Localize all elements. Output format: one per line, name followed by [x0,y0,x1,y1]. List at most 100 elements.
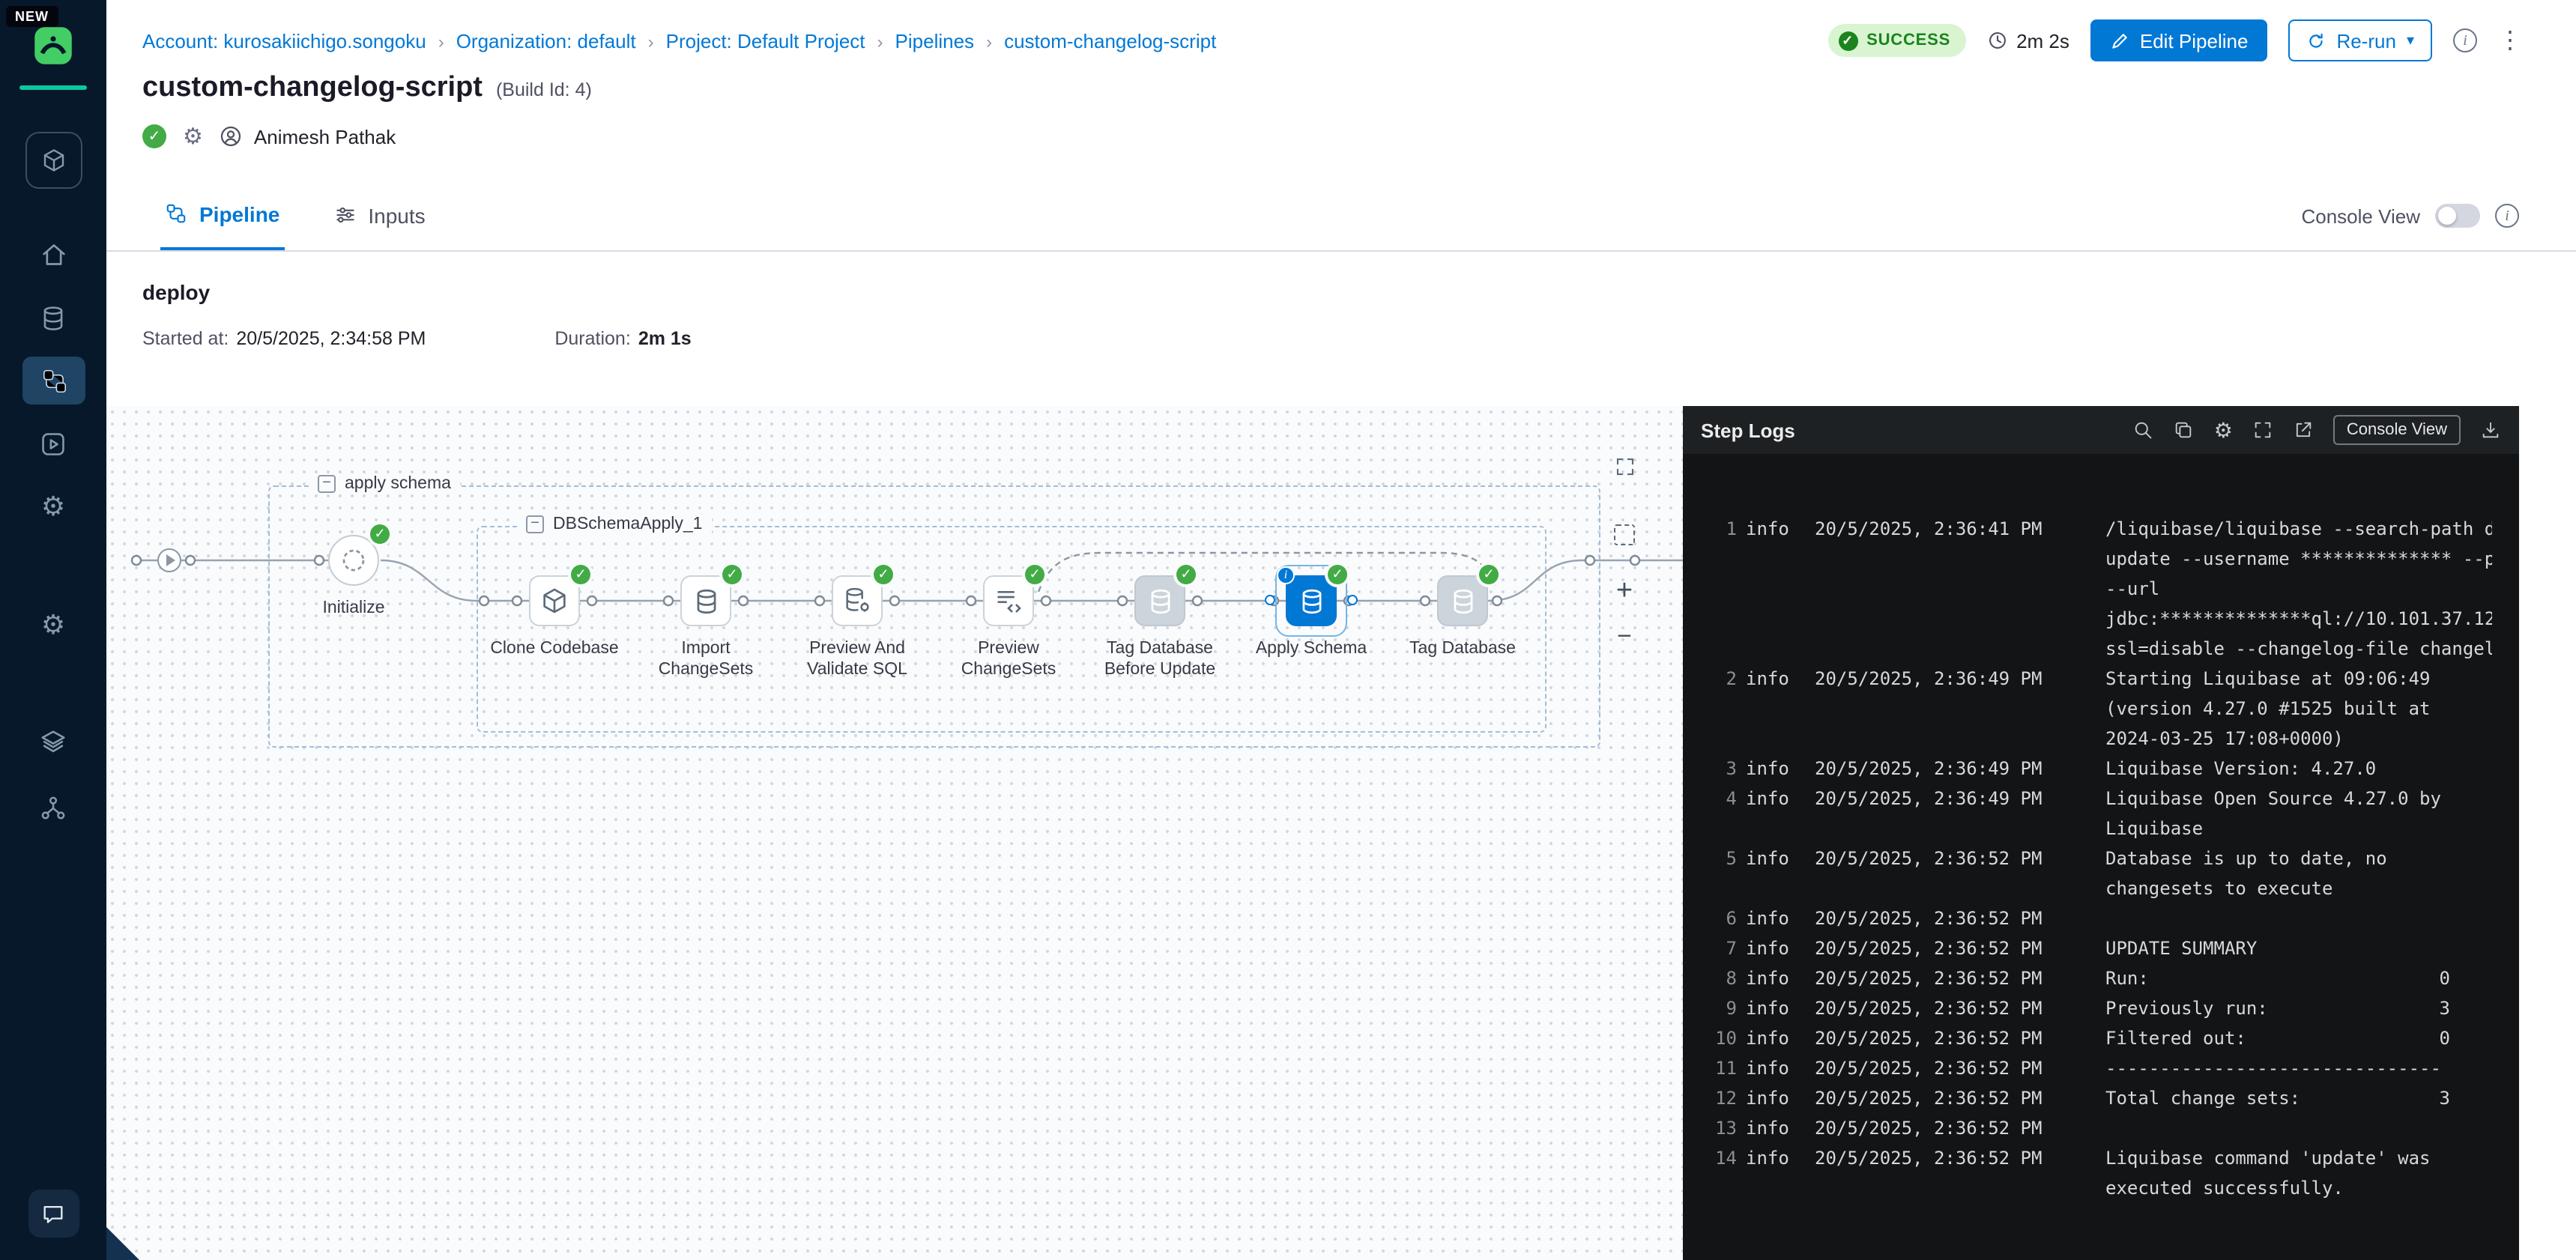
sidebar-item-data[interactable] [0,292,106,343]
log-line-number: 11 [1695,1053,1746,1083]
zoom-in-button[interactable]: + [1606,574,1642,610]
node-label: Tag Database Before Update [1088,638,1232,680]
log-level: info [1746,843,1815,873]
duration-value: 2m 1s [638,328,692,349]
tab-pipeline[interactable]: Pipeline [160,180,284,250]
rerun-button[interactable]: Re-run ▾ [2288,19,2432,61]
pipeline-node-apply-schema[interactable]: ✓iApply Schema [1286,575,1337,626]
copy-icon[interactable] [2174,420,2195,440]
initialize-icon [328,535,379,586]
log-line-number: 2 [1695,664,1746,694]
sidebar-item-pipelines[interactable] [22,357,85,405]
log-message: Liquibase command 'update' wasexecuted s… [2105,1143,2492,1203]
console-view-button[interactable]: Console View [2333,415,2461,445]
info-icon[interactable]: i [2453,28,2477,52]
gear-icon: ⚙ [41,611,65,638]
pipeline-node-clone-codebase[interactable]: ✓Clone Codebase [529,575,580,626]
harness-logo[interactable] [33,25,73,66]
log-value: 0 [2440,963,2450,993]
log-timestamp: 20/5/2025, 2:36:52 PM [1815,1023,2105,1053]
log-level: info [1746,963,1815,993]
pipeline-node-tag-database-before-update[interactable]: ✓Tag Database Before Update [1134,575,1185,626]
breadcrumb-item[interactable]: Account: kurosakiichigo.songoku [142,30,426,52]
tab-inputs[interactable]: Inputs [329,180,429,250]
stage-start-node[interactable] [157,548,181,572]
log-line-number: 8 [1695,963,1746,993]
home-icon [38,240,68,270]
step-logs-title: Step Logs [1701,419,1795,441]
node-label: Tag Database [1391,638,1535,659]
pipeline-node-tag-database[interactable]: ✓Tag Database [1437,575,1488,626]
search-icon[interactable] [2133,420,2154,440]
edit-pipeline-button[interactable]: Edit Pipeline [2090,19,2268,61]
pipeline-canvas[interactable]: − apply schema − DBSchemaApply_1 ✓Initia… [106,406,1683,1260]
pipeline-node-preview-and-validate-sql[interactable]: ✓Preview And Validate SQL [832,575,883,626]
sidebar-item-help-chat[interactable] [0,1188,106,1239]
collapse-icon[interactable]: − [318,475,336,493]
pipeline-settings-icon[interactable]: ⚙ [183,123,203,150]
log-level: info [1746,754,1815,784]
collapse-icon[interactable]: − [526,515,544,533]
node-handle-right[interactable] [1347,595,1358,605]
log-body[interactable]: 1info20/5/2025, 2:36:41 PM/liquibase/liq… [1683,454,2519,1260]
log-level: info [1746,1113,1815,1143]
breadcrumb-item[interactable]: Pipelines [895,30,975,52]
sidebar-item-executions[interactable] [0,418,106,469]
download-icon[interactable] [2480,420,2501,440]
sidebar-item-settings[interactable]: ⚙ [0,481,106,532]
sidebar-item-layers[interactable] [0,716,106,767]
tab-inputs-label: Inputs [368,203,425,227]
log-settings-icon[interactable]: ⚙ [2214,417,2233,443]
duration: Duration:2m 1s [554,328,691,349]
fit-to-screen-button[interactable] [1606,448,1642,484]
elapsed-text: 2m 2s [2016,29,2069,52]
new-badge: NEW [6,6,58,27]
breadcrumb-item[interactable]: Organization: default [456,30,636,52]
page-title: custom-changelog-script [142,72,483,105]
log-timestamp: 20/5/2025, 2:36:52 PM [1815,903,2105,933]
log-entry: 3info20/5/2025, 2:36:49 PMLiquibase Vers… [1695,754,2492,784]
assistant-corner[interactable] [106,1227,139,1260]
success-check-icon: ✓ [1479,565,1499,584]
network-icon [39,793,67,822]
fullscreen-icon[interactable] [2252,420,2273,440]
breadcrumb-item[interactable]: custom-changelog-script [1004,30,1216,52]
log-entry: 10info20/5/2025, 2:36:52 PMFiltered out:… [1695,1023,2492,1053]
sidebar-item-account-settings[interactable]: ⚙ [0,599,106,650]
log-message: UPDATE SUMMARY [2105,933,2492,963]
console-view-info-icon[interactable]: i [2495,204,2519,228]
success-check-icon: ✓ [722,565,742,584]
log-message [2105,903,2492,933]
log-timestamp: 20/5/2025, 2:36:41 PM [1815,514,2105,544]
log-line-number: 6 [1695,903,1746,933]
node-handle-left[interactable] [1265,595,1275,605]
console-view-toggle[interactable] [2435,204,2480,228]
toggle-knob [2438,207,2456,225]
sidebar-item-home[interactable] [0,229,106,280]
workspace: − apply schema − DBSchemaApply_1 ✓Initia… [106,406,2576,1260]
pipeline-node-preview-changesets[interactable]: ✓Preview ChangeSets [983,575,1034,626]
pipeline-node-import-changesets[interactable]: ✓Import ChangeSets [680,575,731,626]
kebab-menu-icon[interactable]: ⋮ [2498,25,2522,55]
open-external-icon[interactable] [2293,420,2314,440]
sidebar-item-modules[interactable] [0,132,106,189]
breadcrumb-separator: › [877,31,883,52]
log-timestamp: 20/5/2025, 2:36:52 PM [1815,843,2105,873]
log-message: Database is up to date, nochangesets to … [2105,843,2492,903]
log-line-number: 3 [1695,754,1746,784]
breadcrumb-item[interactable]: Project: Default Project [666,30,865,52]
database-icon [39,303,67,332]
zoom-out-button[interactable]: − [1606,619,1642,655]
log-level: info [1746,903,1815,933]
marquee-select-button[interactable] [1606,517,1642,553]
step-group-box[interactable]: − DBSchemaApply_1 [477,526,1546,733]
node-label: Clone Codebase [483,638,626,659]
canvas-controls: + − [1603,448,1645,655]
log-message [2105,1113,2492,1143]
log-timestamp: 20/5/2025, 2:36:52 PM [1815,1053,2105,1083]
pipeline-node-initialize[interactable]: ✓Initialize [328,535,379,586]
stage-name: deploy [142,280,210,304]
sidebar-item-connectors[interactable] [0,782,106,833]
gear-icon: ⚙ [41,493,65,520]
log-value: 3 [2440,993,2450,1023]
